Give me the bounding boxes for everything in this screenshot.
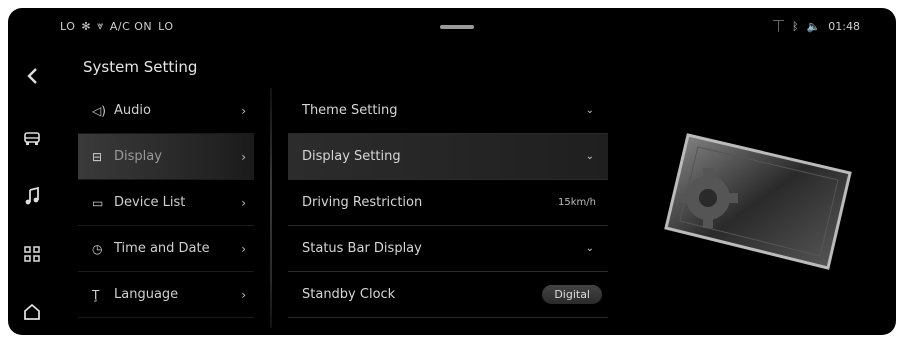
status-bar: LO ✻ ⩔ A/C ON LO ⏉ ᛒ 🔈 01:48 [8, 8, 896, 44]
menu-item-time-and-date[interactable]: ◷ Time and Date › [78, 226, 254, 272]
ac-status-text: A/C ON [109, 19, 153, 33]
menu-item-label: Audio [114, 103, 151, 118]
setting-label: Status Bar Display [302, 241, 422, 256]
chevron-down-icon: ⌄ [585, 105, 594, 116]
menu-item-audio[interactable]: ◁) Audio › [78, 88, 254, 134]
car-icon[interactable] [18, 124, 46, 152]
right-temp-text: LO [158, 19, 174, 33]
chevron-down-icon: ⌄ [585, 243, 594, 254]
setting-label: Standby Clock [302, 287, 396, 302]
head-unit-screen: LO ✻ ⩔ A/C ON LO ⏉ ᛒ 🔈 01:48 System Sett… [8, 8, 896, 335]
device-icon: ▭ [92, 195, 104, 210]
phone-signal-icon: ⏉ [772, 20, 784, 33]
settings-category-menu: ◁) Audio › ⊟ Display › ▭ Device List › ◷… [78, 88, 254, 318]
standby-clock-toggle[interactable]: Digital [542, 285, 602, 304]
menu-item-label: Language [114, 287, 179, 302]
airflow-icon: ⩔ [97, 19, 104, 32]
standby-clock-row: Standby Clock Digital [288, 272, 608, 318]
setting-label: Display Setting [302, 149, 401, 164]
menu-item-label: Display [114, 149, 162, 164]
language-icon: Ţ [92, 287, 100, 302]
setting-label: Driving Restriction [302, 195, 423, 210]
setting-label: Theme Setting [302, 103, 398, 118]
chevron-right-icon: › [241, 287, 246, 302]
display-settings-illustration [664, 133, 852, 270]
chevron-right-icon: › [241, 149, 246, 164]
speaker-icon: ◁) [92, 103, 106, 118]
chevron-right-icon: › [241, 195, 246, 210]
menu-item-device-list[interactable]: ▭ Device List › [78, 180, 254, 226]
back-icon[interactable] [18, 62, 46, 90]
clock-time: 01:48 [828, 19, 860, 33]
status-bar-display-row[interactable]: Status Bar Display ⌄ [288, 226, 608, 272]
home-icon[interactable] [18, 298, 46, 326]
page-title: System Setting [83, 58, 198, 76]
menu-item-language[interactable]: Ţ Language › [78, 272, 254, 318]
driving-restriction-value: 15km/h [558, 197, 596, 208]
menu-item-label: Time and Date [114, 241, 210, 256]
music-icon[interactable] [18, 182, 46, 210]
left-temp-text: LO [60, 19, 76, 33]
driving-restriction-row[interactable]: Driving Restriction 15km/h [288, 180, 608, 226]
apps-icon[interactable] [18, 240, 46, 268]
chevron-right-icon: › [241, 241, 246, 256]
climate-status[interactable]: LO ✻ ⩔ A/C ON LO [60, 19, 174, 33]
display-setting-row[interactable]: Display Setting ⌄ [288, 134, 608, 180]
display-icon: ⊟ [92, 149, 103, 164]
menu-item-display[interactable]: ⊟ Display › [78, 134, 254, 180]
menu-item-label: Device List [114, 195, 186, 210]
navigation-rail [8, 44, 56, 335]
bluetooth-icon: ᛒ [791, 19, 799, 33]
chevron-right-icon: › [241, 103, 246, 118]
panel-divider [270, 88, 272, 328]
chevron-down-icon: ⌄ [585, 151, 594, 162]
volume-icon: 🔈 [806, 19, 821, 33]
drag-handle[interactable] [440, 25, 474, 29]
theme-setting-row[interactable]: Theme Setting ⌄ [288, 88, 608, 134]
display-settings-list: Theme Setting ⌄ Display Setting ⌄ Drivin… [288, 88, 608, 318]
fan-icon: ✻ [81, 19, 92, 33]
status-indicators: ⏉ ᛒ 🔈 01:48 [773, 18, 860, 34]
clock-icon: ◷ [92, 241, 103, 256]
